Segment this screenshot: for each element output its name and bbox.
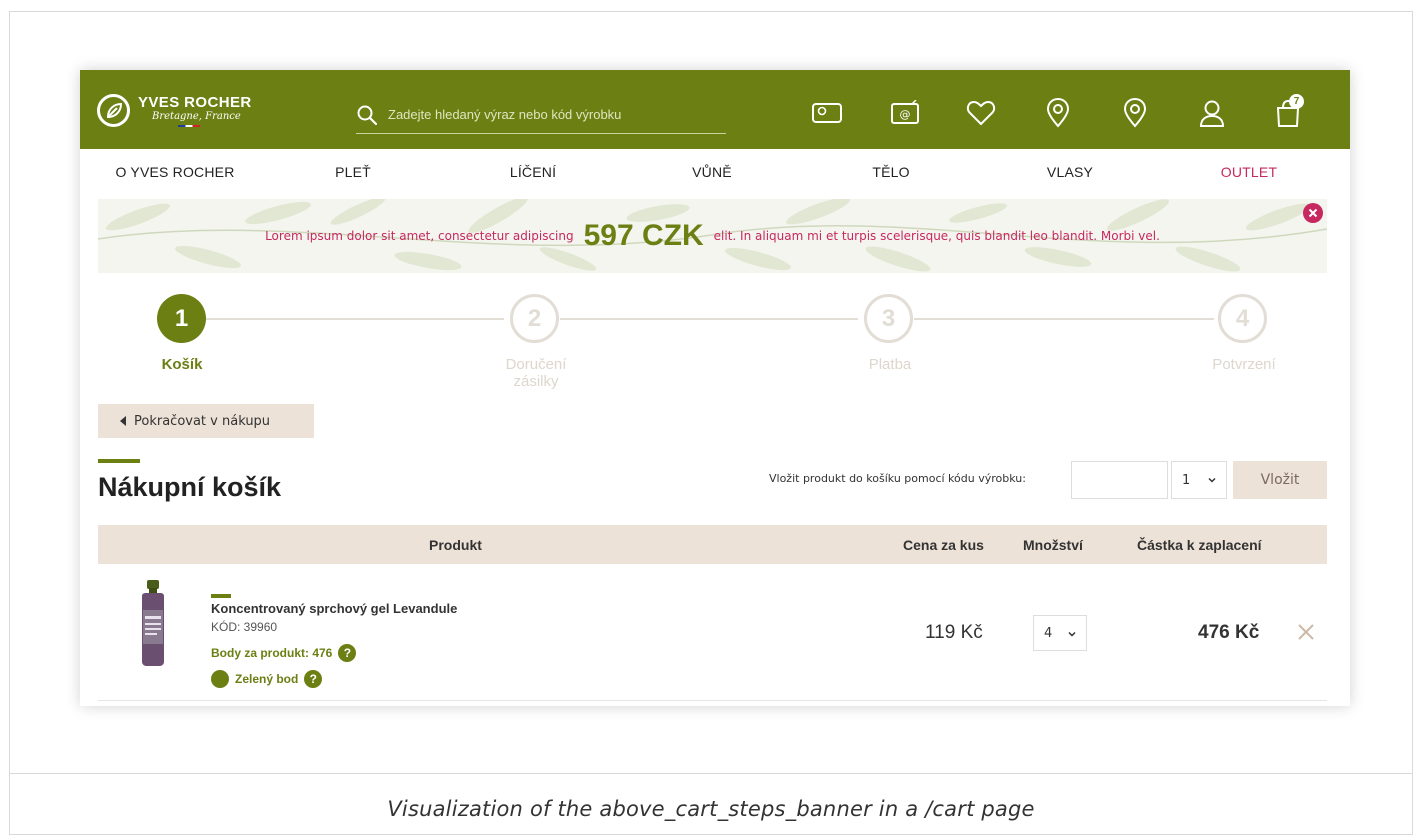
figure-caption: Visualization of the above_cart_steps_ba…	[387, 797, 1035, 821]
shopping-bag-icon[interactable]: 7	[1270, 94, 1306, 130]
step-2-circle: 2	[510, 294, 559, 343]
product-name[interactable]: Koncentrovaný sprchový gel Levandule	[211, 601, 457, 616]
row-divider	[98, 700, 1327, 701]
location-icon[interactable]	[1040, 96, 1076, 130]
insert-button[interactable]: Vložit	[1233, 461, 1327, 499]
nav-item-hair[interactable]: VLASY	[1047, 164, 1093, 180]
product-code: KÓD: 39960	[211, 620, 278, 634]
product-accent-bar	[211, 594, 231, 598]
banner-text-before: Lorem ipsum dolor sit amet, consectetur …	[265, 229, 574, 243]
svg-text:@: @	[900, 108, 911, 121]
search-input[interactable]	[388, 107, 726, 122]
heart-icon[interactable]	[963, 96, 999, 130]
page-title: Nákupní košík	[98, 472, 282, 502]
column-product: Produkt	[429, 537, 482, 553]
step-4-circle: 4	[1218, 294, 1267, 343]
search-icon[interactable]	[356, 104, 378, 126]
header-bar: YVES ROCHER Bretagne, France Zadejte hle…	[80, 70, 1350, 149]
chevron-down-icon	[1068, 631, 1076, 637]
unit-price: 119 Kč	[925, 622, 983, 643]
remove-item-button[interactable]	[1297, 623, 1315, 641]
product-points: Body za produkt: 476	[211, 646, 333, 660]
banner-amount: 597 CZK	[583, 219, 704, 252]
nav-item-outlet[interactable]: OUTLET	[1221, 164, 1277, 180]
banner-text-after: elit. In aliquam mi et turpis scelerisqu…	[713, 229, 1160, 243]
caption-divider	[9, 773, 1413, 774]
search-bar	[356, 96, 726, 134]
logo-tagline: Bretagne, France	[152, 110, 241, 122]
title-accent-bar	[98, 459, 140, 463]
promo-banner: Lorem ipsum dolor sit amet, consectetur …	[98, 199, 1327, 273]
column-quantity: Množství	[1023, 537, 1083, 553]
help-icon[interactable]: ?	[304, 670, 323, 688]
newsletter-icon[interactable]: @	[887, 96, 923, 130]
nav-item-skin[interactable]: PLEŤ	[335, 164, 371, 180]
step-1-label: Košík	[161, 356, 203, 373]
brand-logo[interactable]: YVES ROCHER Bretagne, France	[97, 94, 252, 127]
column-unit-price: Cena za kus	[903, 537, 984, 553]
green-point-dot-icon	[211, 670, 229, 688]
step-2-label: Doručení zásilky	[505, 356, 567, 390]
nav-item-about[interactable]: O YVES ROCHER	[115, 164, 234, 180]
step-connector	[914, 318, 1214, 320]
line-total: 476 Kč	[1198, 622, 1260, 643]
close-icon	[1308, 208, 1318, 218]
step-4-label: Potvrzení	[1212, 356, 1276, 373]
item-quantity-value: 4	[1044, 625, 1053, 641]
nav-item-makeup[interactable]: LÍČENÍ	[510, 164, 556, 180]
step-3-circle: 3	[864, 294, 913, 343]
column-total: Částka k zaplacení	[1137, 537, 1262, 553]
item-quantity-select[interactable]: 4	[1033, 615, 1087, 651]
step-1-circle: 1	[157, 294, 206, 343]
cart-page: YVES ROCHER Bretagne, France Zadejte hle…	[80, 70, 1350, 706]
step-connector	[206, 318, 504, 320]
step-connector	[560, 318, 858, 320]
product-image[interactable]	[136, 580, 170, 666]
main-navigation: O YVES ROCHER PLEŤ LÍČENÍ VŮNĚ TĚLO VLAS…	[80, 149, 1350, 197]
add-by-code-label: Vložit produkt do košíku pomocí kódu výr…	[769, 472, 1026, 485]
nav-item-body[interactable]: TĚLO	[872, 164, 909, 180]
card-icon[interactable]	[809, 96, 845, 130]
leaf-logo-icon	[97, 94, 130, 127]
add-quantity-select[interactable]: 1	[1171, 461, 1227, 499]
continue-shopping-label: Pokračovat v nákupu	[134, 413, 271, 429]
close-icon	[1298, 624, 1314, 640]
step-3-label: Platba	[868, 356, 912, 373]
logo-brand-name: YVES ROCHER	[138, 93, 252, 111]
back-arrow-icon	[120, 416, 126, 426]
nav-item-fragrance[interactable]: VŮNĚ	[692, 164, 732, 180]
store-location-icon[interactable]	[1117, 96, 1153, 130]
help-icon[interactable]: ?	[338, 644, 357, 662]
banner-close-button[interactable]	[1303, 203, 1323, 223]
product-code-input[interactable]	[1071, 461, 1168, 499]
french-flag-stripe	[178, 124, 200, 127]
add-quantity-value: 1	[1182, 472, 1191, 488]
cart-table-header: Produkt Cena za kus Množství Částka k za…	[98, 525, 1327, 564]
green-point-label: Zelený bod	[235, 672, 299, 686]
cart-count-badge: 7	[1289, 94, 1304, 109]
user-icon[interactable]	[1194, 96, 1230, 130]
continue-shopping-button[interactable]: Pokračovat v nákupu	[98, 404, 314, 438]
chevron-down-icon	[1208, 477, 1216, 483]
